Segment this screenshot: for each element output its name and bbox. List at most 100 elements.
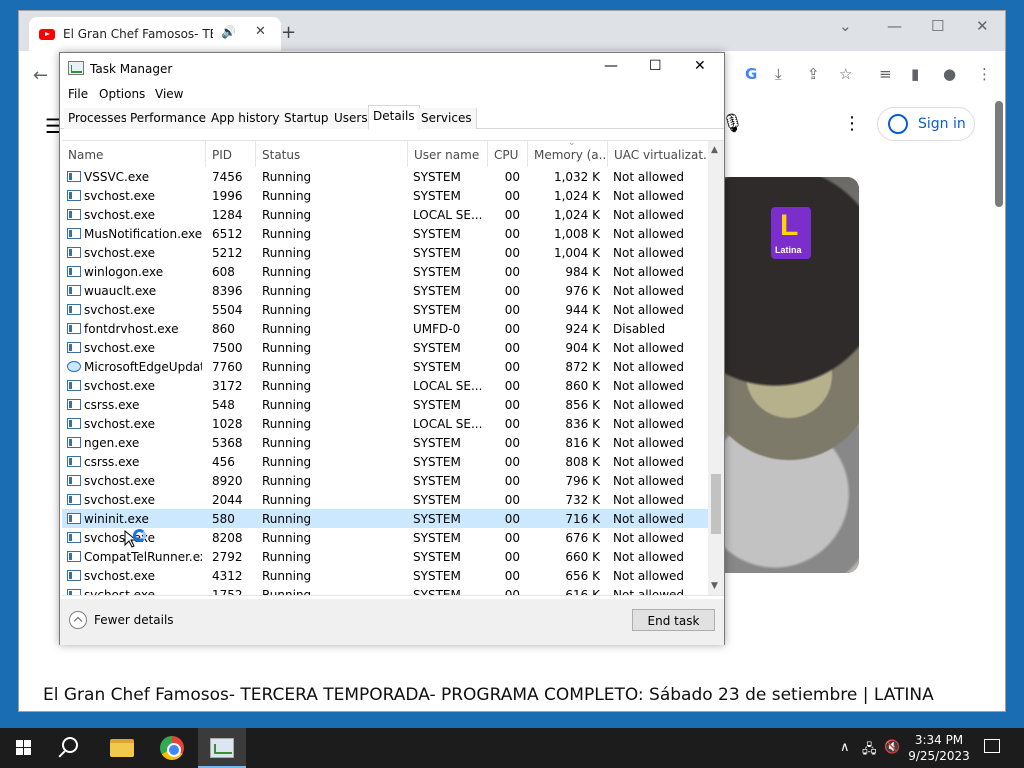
cell-uac: Not allowed [613, 303, 685, 317]
table-row[interactable]: wuauclt.exe 8396 Running SYSTEM 00 976 K Not a… [62, 281, 708, 300]
menu-view[interactable]: View [155, 87, 183, 101]
table-row[interactable]: svchost.exe 8208 Running SYSTEM 00 676 K Not a… [62, 528, 708, 547]
cell-uac: Not allowed [613, 398, 685, 412]
speaker-icon[interactable]: 🔊 [221, 25, 236, 39]
browser-tab[interactable]: El Gran Chef Famosos- TERCERA 🔊 ✕ [29, 17, 281, 51]
fewer-details-link[interactable]: Fewer details [94, 613, 174, 627]
column-header-status[interactable]: Status [256, 141, 408, 167]
tab-services[interactable]: Services [417, 108, 477, 129]
video-player[interactable]: L Latina [719, 177, 859, 573]
cell-user-name: SYSTEM [413, 512, 461, 526]
network-icon[interactable]: 🖧 [862, 740, 877, 762]
cell-status: Running [262, 417, 312, 431]
cell-memory: 836 K [565, 417, 600, 431]
show-hidden-icons-icon[interactable]: ∧ [840, 740, 850, 755]
table-row[interactable]: VSSVC.exe 7456 Running SYSTEM 00 1,032 K Not a… [62, 167, 708, 186]
table-row[interactable]: winlogon.exe 608 Running SYSTEM 00 984 K Not a… [62, 262, 708, 281]
table-row[interactable]: csrss.exe 456 Running SYSTEM 00 808 K Not allo… [62, 452, 708, 471]
page-scrollbar[interactable] [995, 101, 1003, 207]
close-tab-icon[interactable]: ✕ [255, 24, 266, 39]
tab-app-history[interactable]: App history [207, 108, 285, 129]
menu-file[interactable]: File [68, 87, 88, 101]
tab-details[interactable]: Details [368, 105, 420, 130]
cell-user-name: SYSTEM [413, 455, 461, 469]
table-row[interactable]: svchost.exe 1996 Running SYSTEM 00 1,024 K Not… [62, 186, 708, 205]
cell-cpu: 00 [504, 360, 520, 374]
table-row[interactable]: MusNotification.exe 6512 Running SYSTEM 00 1,… [62, 224, 708, 243]
table-row[interactable]: svchost.exe 7500 Running SYSTEM 00 904 K Not a… [62, 338, 708, 357]
maximize-icon[interactable]: ☐ [649, 58, 662, 74]
table-row[interactable]: fontdrvhost.exe 860 Running UMFD-0 00 924 K Di… [62, 319, 708, 338]
minimize-icon[interactable]: — [604, 58, 618, 74]
cell-memory: 616 K [565, 588, 600, 596]
cell-uac: Not allowed [613, 227, 685, 241]
cell-uac: Not allowed [613, 189, 685, 203]
taskbar-chrome[interactable] [148, 728, 196, 768]
column-header-uac[interactable]: UAC virtualizat... [608, 141, 708, 167]
more-options-icon[interactable]: ⋮ [843, 113, 861, 134]
table-row[interactable]: svchost.exe 5504 Running SYSTEM 00 944 K Not a… [62, 300, 708, 319]
busy-spinner-icon [133, 529, 146, 542]
column-header-cpu[interactable]: CPU [488, 141, 528, 167]
table-row[interactable]: svchost.exe 1752 Running SYSTEM 00 616 K Not a… [62, 585, 708, 596]
task-manager-window: Task Manager — ☐ ✕ File Options View Pro… [59, 52, 725, 645]
end-task-button[interactable]: End task [632, 609, 715, 631]
new-tab-icon[interactable]: + [281, 24, 296, 42]
chevron-down-icon[interactable]: ⌄ [839, 17, 852, 35]
table-row[interactable]: CompatTelRunner.exe 2792 Running SYSTEM 00 66… [62, 547, 708, 566]
table-row[interactable]: svchost.exe 8920 Running SYSTEM 00 796 K Not a… [62, 471, 708, 490]
profile-icon[interactable]: ● [943, 65, 956, 83]
collapse-chevron-icon[interactable] [69, 611, 87, 629]
table-row[interactable]: wininit.exe 580 Running SYSTEM 00 716 K Not al… [62, 509, 708, 528]
cell-uac: Not allowed [613, 379, 685, 393]
table-row[interactable]: svchost.exe 4312 Running SYSTEM 00 656 K Not a… [62, 566, 708, 585]
table-row[interactable]: svchost.exe 1028 Running LOCAL SE... 00 836 K… [62, 414, 708, 433]
scroll-up-icon[interactable]: ▲ [711, 145, 718, 155]
google-icon[interactable]: G [745, 65, 757, 83]
media-icon[interactable]: ≡ [879, 65, 892, 83]
close-icon[interactable]: ✕ [694, 58, 706, 74]
scroll-down-icon[interactable]: ▼ [711, 581, 718, 591]
side-panel-icon[interactable]: ▮ [911, 65, 919, 83]
search-button[interactable] [48, 728, 96, 768]
table-row[interactable]: ngen.exe 5368 Running SYSTEM 00 816 K Not allo… [62, 433, 708, 452]
column-header-name[interactable]: Name [62, 141, 206, 167]
system-clock[interactable]: 3:34 PM 9/25/2023 [904, 732, 974, 764]
table-row[interactable]: svchost.exe 5212 Running SYSTEM 00 1,004 K Not… [62, 243, 708, 262]
menu-dots-icon[interactable]: ⋮ [977, 65, 992, 83]
tab-startup[interactable]: Startup [280, 108, 334, 129]
share-icon[interactable]: ⇪ [807, 65, 820, 83]
table-row[interactable]: svchost.exe 3172 Running LOCAL SE... 00 860 K… [62, 376, 708, 395]
taskbar-task-manager[interactable] [198, 728, 246, 768]
table-row[interactable]: svchost.exe 1284 Running LOCAL SE... 00 1,024… [62, 205, 708, 224]
taskbar-file-explorer[interactable] [98, 728, 146, 768]
back-arrow-icon[interactable]: ← [33, 65, 48, 86]
cell-status: Running [262, 360, 312, 374]
install-icon[interactable]: ⤓ [775, 65, 782, 83]
star-icon[interactable]: ☆ [839, 65, 852, 83]
volume-muted-icon[interactable]: 🔇 [884, 740, 900, 755]
cell-name: winlogon.exe [84, 265, 164, 279]
title-bar[interactable]: Task Manager — ☐ ✕ [60, 53, 724, 83]
tab-performance[interactable]: Performance [126, 108, 212, 129]
menu-options[interactable]: Options [99, 87, 145, 101]
table-row[interactable]: svchost.exe 2044 Running SYSTEM 00 732 K Not a… [62, 490, 708, 509]
table-row[interactable]: MicrosoftEdgeUpdat... 7760 Running SYSTEM 00… [62, 357, 708, 376]
minimize-icon[interactable]: — [887, 17, 902, 35]
sign-in-button[interactable]: Sign in [877, 107, 975, 141]
column-header-pid[interactable]: PID [206, 141, 256, 167]
account-icon [888, 114, 908, 134]
cell-user-name: SYSTEM [413, 265, 461, 279]
column-header-user-name[interactable]: User name [408, 141, 488, 167]
maximize-icon[interactable]: ☐ [931, 17, 944, 35]
table-scrollbar[interactable]: ▲ ▼ [708, 141, 724, 595]
cell-pid: 2044 [212, 493, 243, 507]
cell-memory: 944 K [565, 303, 600, 317]
scrollbar-thumb[interactable] [711, 473, 721, 534]
table-row[interactable]: csrss.exe 548 Running SYSTEM 00 856 K Not allo… [62, 395, 708, 414]
close-icon[interactable]: ✕ [976, 17, 989, 35]
notification-icon[interactable] [984, 739, 1000, 753]
start-button[interactable] [0, 728, 48, 768]
tab-users[interactable]: Users [330, 108, 373, 129]
tab-processes[interactable]: Processes [64, 108, 133, 129]
